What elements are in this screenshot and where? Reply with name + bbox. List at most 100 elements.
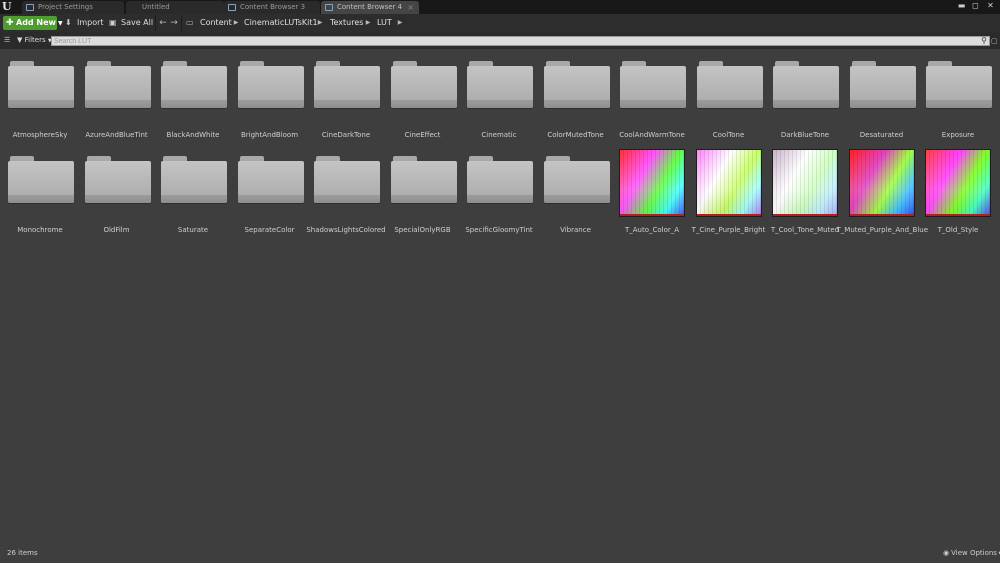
- tab-untitled[interactable]: Untitled: [126, 1, 224, 14]
- folder-icon: [161, 60, 227, 108]
- folder-icon: [84, 155, 151, 203]
- folder-icon: [773, 60, 839, 108]
- tab-label: Content Browser 4: [337, 3, 403, 11]
- search-input[interactable]: [51, 36, 990, 46]
- texture-asset-item[interactable]: T_Auto_Color_A: [617, 149, 687, 240]
- lock-icon[interactable]: ▢: [991, 36, 999, 46]
- folder-item[interactable]: SpecificGloomyTint: [464, 155, 534, 240]
- texture-label: T_Old_Style: [937, 226, 979, 234]
- folder-item[interactable]: AzureAndBlueTint: [82, 60, 152, 145]
- tab-content-browser-4[interactable]: Content Browser 4 ×: [321, 1, 419, 14]
- folder-item[interactable]: CineDarkTone: [311, 60, 381, 145]
- filters-dropdown[interactable]: ▼ Filters ▼: [17, 35, 52, 46]
- settings-tab-icon: [26, 4, 34, 11]
- breadcrumb-lut[interactable]: LUT: [377, 16, 392, 30]
- folder-icon: [849, 60, 916, 108]
- lut-texture-thumbnail: [925, 149, 991, 217]
- content-browser-window: { "tabs": [ {"label": "Project Settings"…: [0, 0, 1000, 563]
- texture-asset-item[interactable]: T_Muted_Purple_And_Blue: [837, 149, 928, 240]
- search-icon[interactable]: ⚲: [979, 36, 989, 46]
- folder-icon: [161, 155, 227, 203]
- add-new-button[interactable]: ✚ Add New ▼: [3, 16, 63, 30]
- folder-item[interactable]: AtmosphereSky: [5, 60, 75, 145]
- folder-item[interactable]: DarkBlueTone: [770, 60, 840, 145]
- folder-icon: [543, 155, 610, 203]
- texture-asset-item[interactable]: T_Cool_Tone_Muted: [770, 149, 840, 240]
- breadcrumb-content[interactable]: Content: [200, 16, 232, 30]
- import-button[interactable]: ⬇ Import: [65, 16, 104, 30]
- folder-icon: [543, 60, 610, 108]
- folder-item[interactable]: BrightAndBloom: [235, 60, 305, 145]
- breadcrumb-separator-icon[interactable]: ▶: [232, 16, 240, 30]
- folder-item[interactable]: SpecialOnlyRGB: [388, 155, 458, 240]
- folder-icon: [467, 60, 533, 108]
- folder-icon: [620, 60, 686, 108]
- folder-icon: [696, 60, 763, 108]
- folder-icon: [314, 155, 380, 203]
- lut-texture-thumbnail: [772, 149, 838, 217]
- status-bar: [0, 543, 1000, 563]
- breadcrumb-separator-icon[interactable]: ▶: [396, 16, 404, 30]
- folder-item[interactable]: CoolAndWarmTone: [617, 60, 687, 145]
- content-browser-tab-icon: [228, 4, 236, 11]
- folder-item[interactable]: Vibrance: [541, 155, 611, 240]
- folder-icon: [237, 60, 304, 108]
- close-tab-icon[interactable]: ×: [407, 1, 414, 14]
- folder-icon[interactable]: ▭: [186, 16, 194, 30]
- save-all-label: Save All: [121, 18, 154, 27]
- texture-asset-item[interactable]: T_Cine_Purple_Bright: [692, 149, 765, 240]
- filter-icon: ▼: [17, 36, 23, 44]
- folder-item[interactable]: Saturate: [158, 155, 228, 240]
- toolbar-divider: [155, 15, 156, 31]
- folder-icon: [314, 60, 380, 108]
- folder-item[interactable]: Monochrome: [5, 155, 75, 240]
- folder-item[interactable]: CineEffect: [388, 60, 458, 145]
- import-label: Import: [77, 18, 104, 27]
- chevron-down-icon: ▼: [57, 20, 63, 27]
- tab-label: Project Settings: [38, 3, 93, 11]
- breadcrumb-separator-icon[interactable]: ▶: [316, 16, 324, 30]
- view-options-button[interactable]: ◉View Options ▼: [943, 549, 1000, 557]
- unreal-logo-icon[interactable]: U: [2, 0, 14, 13]
- folder-icon: [237, 155, 304, 203]
- plus-icon: ✚: [6, 18, 14, 28]
- folder-icon: [390, 60, 457, 108]
- save-icon: ▣: [109, 18, 117, 27]
- filters-label: Filters: [24, 36, 46, 44]
- toolbar-divider: [181, 15, 182, 31]
- sources-panel-toggle-icon[interactable]: ☰: [4, 36, 13, 44]
- maximize-button[interactable]: ◻: [970, 1, 981, 11]
- folder-item[interactable]: ShadowsLightsColored: [306, 155, 386, 240]
- save-all-button[interactable]: ▣ Save All: [109, 16, 153, 30]
- import-icon: ⬇: [65, 18, 72, 27]
- folder-item[interactable]: SeparateColor: [235, 155, 305, 240]
- tab-label: Untitled: [142, 3, 170, 11]
- folder-icon: [8, 155, 74, 203]
- folder-item[interactable]: Exposure: [923, 60, 993, 145]
- lut-texture-thumbnail: [695, 149, 762, 217]
- breadcrumb-textures[interactable]: Textures: [330, 16, 363, 30]
- folder-item[interactable]: OldFilm: [82, 155, 152, 240]
- view-options-label: View Options: [951, 549, 997, 557]
- folder-item[interactable]: CoolTone: [694, 60, 764, 145]
- eye-icon: ◉: [943, 549, 950, 557]
- breadcrumb-separator-icon[interactable]: ▶: [364, 16, 372, 30]
- folder-item[interactable]: Desaturated: [847, 60, 917, 145]
- folder-icon: [467, 155, 533, 203]
- texture-asset-item[interactable]: T_Old_Style: [923, 149, 993, 240]
- breadcrumb-cinematiclutskit1[interactable]: CinematicLUTsKit1: [244, 16, 318, 30]
- tab-project-settings[interactable]: Project Settings: [22, 1, 124, 14]
- close-window-button[interactable]: ✕: [985, 1, 996, 11]
- folder-label: Exposure: [941, 131, 975, 139]
- item-count: 26 items: [7, 549, 38, 557]
- folder-item[interactable]: BlackAndWhite: [158, 60, 228, 145]
- lut-texture-thumbnail: [848, 149, 915, 217]
- tab-content-browser-3[interactable]: Content Browser 3: [224, 1, 320, 14]
- folder-icon: [84, 60, 151, 108]
- folder-icon: [926, 60, 992, 108]
- folder-item[interactable]: Cinematic: [464, 60, 534, 145]
- forward-arrow-icon[interactable]: →: [170, 16, 178, 30]
- minimize-button[interactable]: ▬: [956, 1, 967, 11]
- back-arrow-icon[interactable]: ←: [159, 16, 167, 30]
- folder-item[interactable]: ColorMutedTone: [541, 60, 611, 145]
